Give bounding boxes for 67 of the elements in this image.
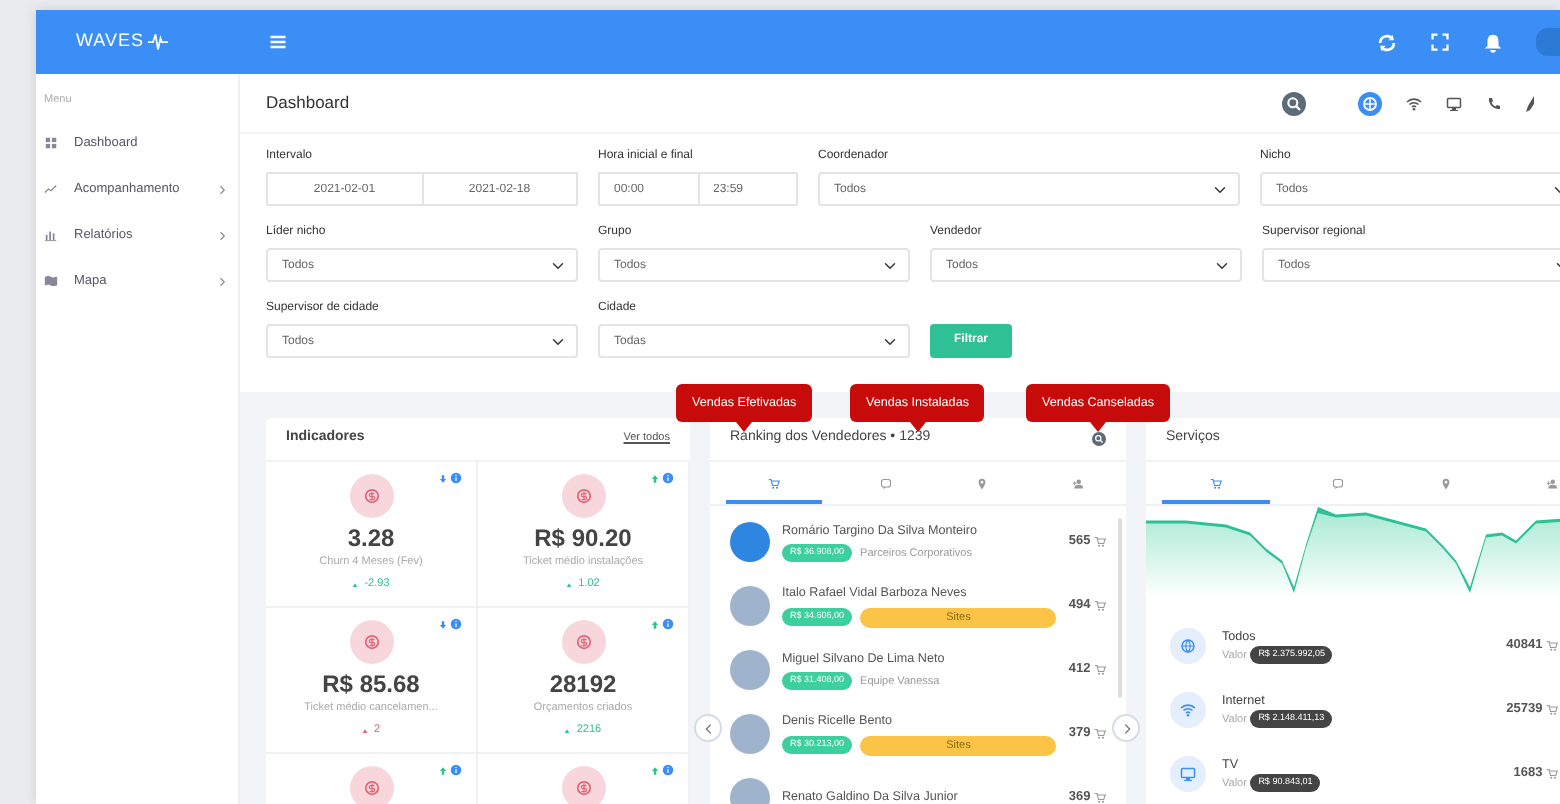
money-icon <box>361 632 381 652</box>
brand-name: WAVES <box>76 28 145 55</box>
map-pin-icon <box>976 477 988 489</box>
money-icon <box>573 778 593 798</box>
refresh-icon[interactable] <box>1376 31 1398 53</box>
chat-icon <box>1332 477 1345 489</box>
money-icon <box>361 778 381 798</box>
info-icon <box>662 472 674 484</box>
info-icon <box>662 764 674 776</box>
delta-icon <box>361 727 368 734</box>
globe-icon[interactable] <box>1358 91 1382 115</box>
next-button[interactable] <box>1112 714 1140 742</box>
user-plus-icon <box>1546 477 1559 489</box>
map-pin-icon <box>1439 477 1452 489</box>
cart-icon <box>1094 600 1106 612</box>
money-icon <box>573 486 593 506</box>
grid-icon <box>44 136 58 151</box>
monitor-icon <box>1180 766 1196 782</box>
trend-line-icon <box>44 182 58 197</box>
previous-button[interactable] <box>694 714 722 742</box>
pencil-icon[interactable] <box>1526 95 1534 111</box>
cart-icon <box>1094 792 1106 804</box>
chat-icon <box>880 477 892 489</box>
notification-icon[interactable] <box>1482 31 1504 53</box>
search-icon[interactable] <box>1282 91 1306 115</box>
avatar-placeholder <box>730 650 770 690</box>
bar-chart-icon <box>44 228 58 243</box>
chevron-right-icon <box>1119 721 1133 735</box>
chevron-left-icon <box>701 721 715 735</box>
delta-icon <box>564 727 571 734</box>
page-title: Dashboard <box>266 90 350 116</box>
wifi-icon <box>1180 702 1196 718</box>
indicator-value: 28192 <box>549 670 617 698</box>
cart-icon <box>1546 768 1558 780</box>
user-plus-icon <box>1072 477 1084 489</box>
avatar-placeholder <box>730 586 770 626</box>
menu-icon <box>268 32 288 52</box>
avatar-placeholder <box>730 714 770 754</box>
info-icon <box>450 764 462 776</box>
map-icon <box>44 274 58 289</box>
cart-icon <box>1546 704 1558 716</box>
cart-icon <box>1094 536 1106 548</box>
delta-icon <box>566 581 573 588</box>
menu-button[interactable] <box>268 32 288 52</box>
monitor-icon[interactable] <box>1446 95 1462 111</box>
indicator-value: 3.28 <box>347 524 395 552</box>
info-icon <box>450 472 462 484</box>
scrollbar[interactable] <box>1118 518 1122 698</box>
wifi-icon[interactable] <box>1406 95 1422 111</box>
cart-icon <box>768 477 780 489</box>
cart-icon <box>1094 664 1106 676</box>
cart-icon <box>1546 640 1558 652</box>
search-icon[interactable] <box>1092 432 1106 446</box>
pulse-logo-icon <box>147 32 168 52</box>
globe-icon <box>1180 638 1196 654</box>
indicator-value: R$ 85.68 <box>322 670 420 698</box>
delta-icon <box>352 581 359 588</box>
cart-icon <box>1094 728 1106 740</box>
avatar-placeholder <box>730 522 770 562</box>
fullscreen-icon[interactable] <box>1430 32 1450 52</box>
indicator-value: R$ 90.20 <box>534 524 632 552</box>
money-icon <box>573 632 593 652</box>
phone-icon[interactable] <box>1486 95 1502 111</box>
info-icon <box>450 618 462 630</box>
money-icon <box>361 486 381 506</box>
info-icon <box>662 618 674 630</box>
cart-icon <box>1209 477 1222 489</box>
